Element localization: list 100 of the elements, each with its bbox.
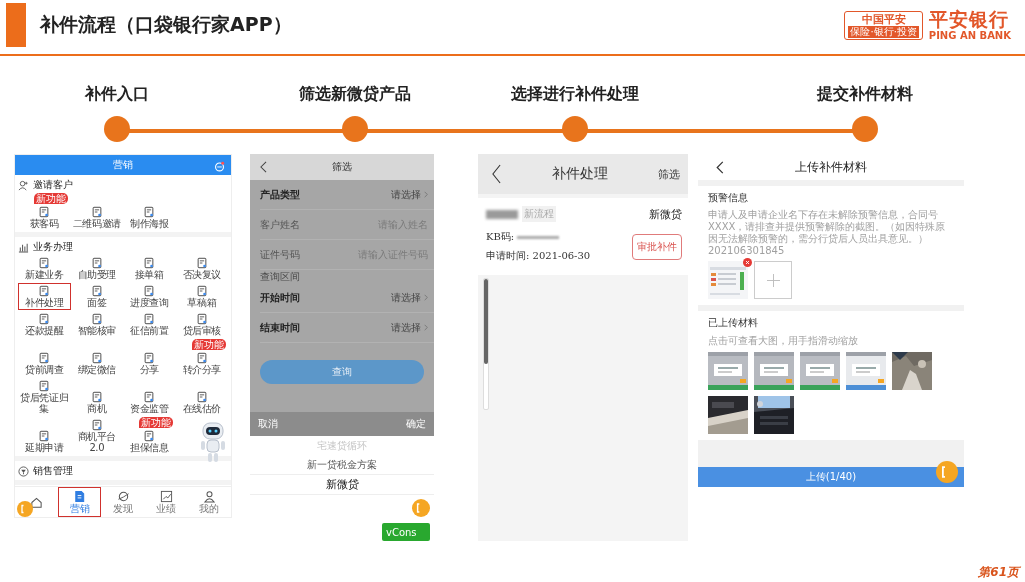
feature-item[interactable]: 资金监管 bbox=[123, 389, 176, 416]
message-icon bbox=[214, 161, 225, 172]
document-icon bbox=[143, 313, 156, 325]
feature-item[interactable]: 延期申请 bbox=[18, 428, 71, 455]
hint-text: 点击可查看大图，用手指滑动缩放 bbox=[708, 334, 859, 348]
step-dot bbox=[104, 116, 130, 142]
select-field[interactable]: 产品类型 请选择 bbox=[260, 180, 434, 210]
product-name: 新微贷 bbox=[649, 206, 682, 222]
feature-item[interactable]: 担保信息 bbox=[123, 428, 176, 455]
feature-item[interactable]: 征信前置 bbox=[123, 311, 176, 338]
code-label: KB码: bbox=[486, 230, 515, 244]
document-icon bbox=[38, 352, 51, 364]
screen-title: 补件处理 bbox=[550, 165, 609, 183]
new-badge: 新功能 bbox=[139, 417, 173, 428]
home-icon bbox=[30, 495, 44, 509]
feature-item[interactable]: 草稿箱 bbox=[175, 283, 228, 310]
document-icon bbox=[38, 380, 51, 392]
select-field[interactable]: 开始时间 请选择 bbox=[260, 283, 434, 313]
feature-item[interactable]: 新建业务 bbox=[18, 255, 71, 282]
feature-item[interactable]: 绑定微信 bbox=[70, 350, 123, 377]
scrollbar[interactable] bbox=[483, 278, 489, 410]
section-title: 业务办理 bbox=[33, 240, 73, 254]
feature-item[interactable]: 贷前调查 bbox=[18, 350, 71, 377]
feature-item[interactable]: 转介分享 bbox=[175, 350, 228, 377]
application-card[interactable]: 新流程 新微贷 KB码: 申请时间: 2021-06-30 审批补件 bbox=[478, 198, 688, 275]
document-icon bbox=[90, 313, 103, 325]
feature-item[interactable]: 贷后审核 bbox=[175, 311, 228, 338]
feature-item[interactable]: 分享 bbox=[123, 350, 176, 377]
chevron-icon bbox=[424, 191, 428, 198]
feature-item[interactable]: 获客码 bbox=[18, 204, 71, 231]
back-icon[interactable] bbox=[260, 161, 267, 173]
new-badge: 新功能 bbox=[191, 339, 226, 350]
console-icon[interactable] bbox=[17, 501, 33, 517]
feature-item[interactable]: 商机平台2.0 bbox=[70, 417, 123, 455]
document-icon bbox=[90, 206, 103, 218]
section-title: 预警信息 bbox=[708, 191, 749, 205]
back-icon[interactable] bbox=[716, 160, 724, 174]
document-icon bbox=[90, 257, 103, 269]
feature-item[interactable]: 补件处理 bbox=[18, 283, 71, 310]
feature-item[interactable]: 商机 bbox=[70, 389, 123, 416]
picker-option[interactable]: 新一贷税金方案 bbox=[250, 455, 434, 474]
document-icon bbox=[195, 257, 208, 269]
select-field[interactable]: 结束时间 请选择 bbox=[260, 313, 434, 343]
document-icon bbox=[38, 257, 51, 269]
document-icon bbox=[90, 352, 103, 364]
document-icon bbox=[195, 313, 208, 325]
funnel-icon bbox=[18, 465, 29, 477]
page-number: 第61页 bbox=[978, 564, 1019, 581]
person-icon bbox=[18, 179, 29, 191]
document-icon bbox=[143, 430, 156, 442]
nav-tab[interactable]: 我的 bbox=[187, 487, 231, 517]
nav-tab[interactable]: 发现 bbox=[101, 487, 145, 517]
bank-name: 平安银行 bbox=[928, 8, 1009, 30]
planet-icon bbox=[116, 490, 130, 503]
person-icon bbox=[202, 490, 216, 503]
screen-title: 上传补件材料 bbox=[794, 158, 868, 176]
document-icon bbox=[90, 285, 103, 297]
document-icon bbox=[90, 391, 103, 403]
feature-item[interactable]: 自助受理 bbox=[70, 255, 123, 282]
chevron-icon bbox=[424, 324, 428, 331]
line-chart-icon bbox=[159, 490, 173, 503]
document-icon bbox=[38, 313, 51, 325]
picker-option[interactable]: 新微贷 bbox=[250, 474, 434, 495]
document-icon bbox=[38, 206, 51, 218]
step-label: 选择进行补件处理 bbox=[511, 84, 639, 104]
feature-item[interactable]: 在线估价 bbox=[175, 389, 228, 416]
step-label: 补件入口 bbox=[85, 84, 149, 104]
bank-name-english: PING AN BANK bbox=[928, 29, 1011, 42]
filter-button[interactable]: 筛选 bbox=[658, 166, 680, 182]
step-label: 提交补件材料 bbox=[817, 84, 913, 104]
group-caption: 查询区间 bbox=[260, 270, 301, 283]
feature-item[interactable]: 否决复议 bbox=[175, 255, 228, 282]
slide-title: 补件流程（口袋银行家APP） bbox=[40, 12, 293, 37]
feature-item[interactable]: 制作海报 bbox=[123, 204, 176, 231]
document-icon bbox=[143, 257, 156, 269]
warning-text: 申请人及申请企业名下存在未解除预警信息，合同号XXXX，请排查并提供预警解除的截图。（如因特殊原因无法解除预警的，需分行贷后人员出具意见。）202106301845 bbox=[708, 209, 947, 257]
document-icon bbox=[143, 206, 156, 218]
feature-item[interactable]: 贷后凭证归集 bbox=[18, 378, 71, 416]
remove-icon[interactable] bbox=[743, 258, 752, 267]
back-icon[interactable] bbox=[492, 164, 501, 184]
logo-badge-text: 中国平安 bbox=[861, 12, 906, 26]
document-icon bbox=[38, 430, 51, 442]
document-icon bbox=[195, 391, 208, 403]
feature-item[interactable]: 二维码邀请 bbox=[70, 204, 123, 231]
redacted-mark bbox=[486, 209, 518, 219]
document-icon bbox=[143, 285, 156, 297]
console-icon[interactable] bbox=[936, 461, 958, 483]
feature-item[interactable]: 接单箱 bbox=[123, 255, 176, 282]
approve-button[interactable]: 审批补件 bbox=[632, 233, 682, 260]
feature-item[interactable]: 还款提醒 bbox=[18, 311, 71, 338]
feature-item[interactable]: 进度查询 bbox=[123, 283, 176, 310]
feature-item[interactable]: 面签 bbox=[70, 283, 123, 310]
nav-tab[interactable]: 营销 bbox=[58, 487, 102, 517]
nav-tab[interactable]: 业绩 bbox=[144, 487, 188, 517]
section-title: 邀请客户 bbox=[33, 178, 73, 192]
plus-icon bbox=[766, 273, 780, 287]
document-icon bbox=[143, 352, 156, 364]
logo-slogan: 保险·银行·投资 bbox=[848, 25, 919, 38]
feature-item[interactable]: 智能核审 bbox=[70, 311, 123, 338]
document-icon bbox=[38, 285, 51, 297]
